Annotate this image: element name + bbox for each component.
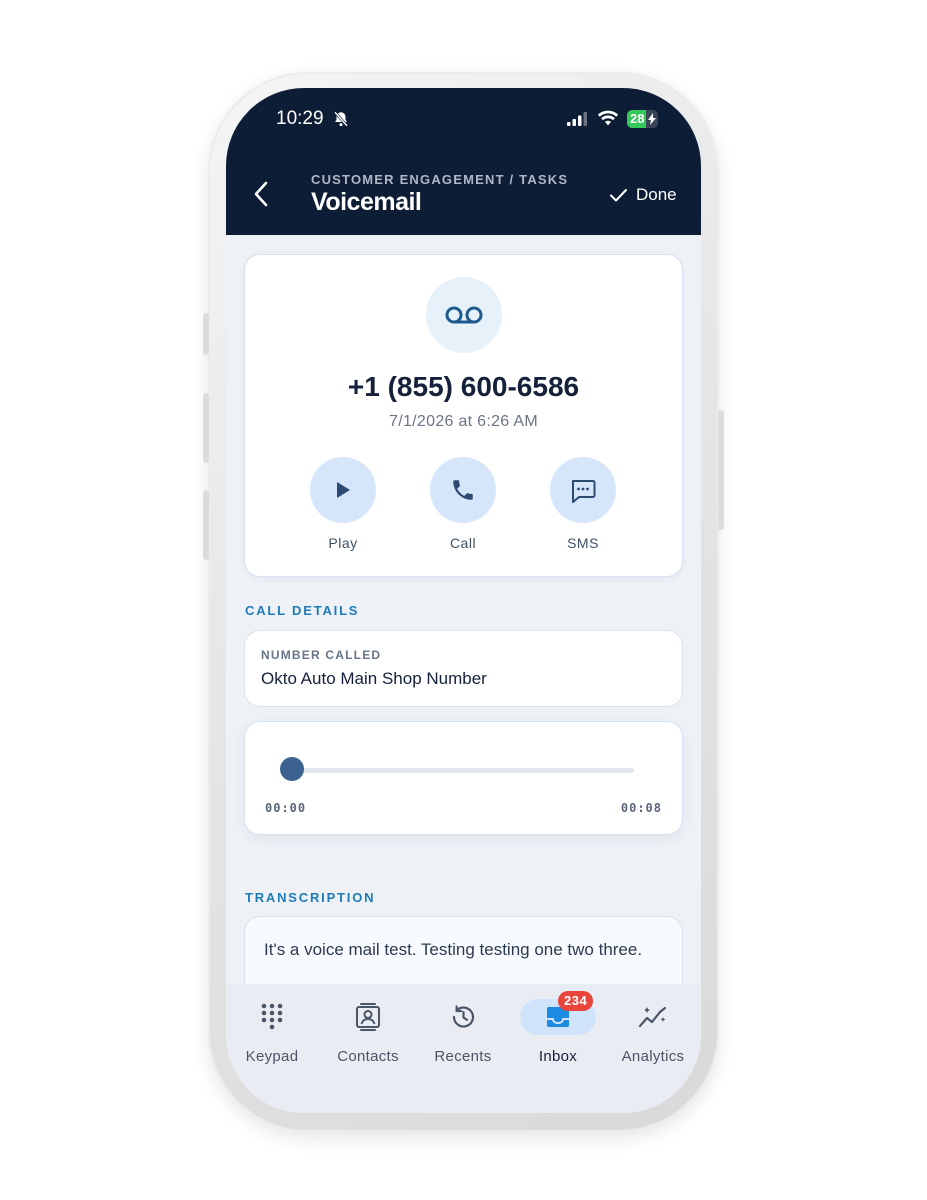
charging-bolt-icon [648,113,656,125]
nav-contacts-label: Contacts [337,1048,399,1065]
play-icon [337,482,350,498]
done-button[interactable]: Done [610,185,677,205]
app-screen: 10:29 28 CUSTOMER ENGAGEMENT / TASKS Voi… [226,88,701,1113]
nav-analytics[interactable]: Analytics [608,1000,698,1065]
nav-keypad[interactable]: Keypad [227,1000,317,1065]
bottom-nav: Keypad Contacts Recents 234 Inbox Analyt… [226,984,701,1113]
nav-inbox-active-indicator: 234 [520,991,596,1035]
signal-icon [567,112,587,126]
call-action[interactable]: Call [418,457,508,551]
battery-level: 28 [630,111,645,126]
page-title: Voicemail [311,188,422,216]
sms-button[interactable] [550,457,616,523]
sms-label: SMS [567,535,599,551]
nav-contacts[interactable]: Contacts [323,1000,413,1065]
power-button [718,410,724,530]
caller-phone-number: +1 (855) 600-6586 [347,371,580,402]
app-header: 10:29 28 CUSTOMER ENGAGEMENT / TASKS Voi… [226,88,701,235]
mute-switch [203,313,209,355]
transcription-text: It's a voice mail test. Testing testing … [264,940,643,959]
voicemail-date: 7/1/2026 at 6:26 AM [389,413,538,430]
history-icon [452,1005,475,1028]
back-chevron-icon[interactable] [250,179,274,209]
volume-down-button [203,490,209,560]
play-action[interactable]: Play [298,457,388,551]
call-label: Call [449,535,477,551]
current-time: 00:00 [265,801,307,815]
chat-bubble-icon [571,480,596,503]
keypad-icon [261,1003,283,1030]
transcription-heading: TRANSCRIPTION [245,890,376,905]
voicemail-icon [445,306,483,324]
audio-player: 00:00 00:08 [244,721,683,835]
nav-analytics-label: Analytics [621,1048,685,1065]
battery-icon: 28 [627,110,658,128]
wifi-icon [597,110,619,126]
call-details-heading: CALL DETAILS [245,603,360,618]
checkmark-icon [610,188,627,201]
volume-up-button [203,393,209,463]
sms-action[interactable]: SMS [538,457,628,551]
number-called-value: Okto Auto Main Shop Number [261,669,487,688]
breadcrumb: CUSTOMER ENGAGEMENT / TASKS [311,172,569,187]
voicemail-card: +1 (855) 600-6586 7/1/2026 at 6:26 AM Pl… [244,254,683,577]
contacts-icon [356,1003,380,1031]
phone-icon [453,480,473,500]
number-called-label: NUMBER CALLED [261,648,382,662]
nav-inbox-label: Inbox [538,1048,578,1065]
progress-thumb[interactable] [280,757,304,781]
play-button[interactable] [310,457,376,523]
nav-recents[interactable]: Recents [418,1000,508,1065]
total-duration: 00:08 [620,801,662,815]
play-label: Play [328,535,358,551]
voicemail-icon-circle [426,277,502,353]
nav-keypad-label: Keypad [245,1048,299,1065]
nav-recents-label: Recents [434,1048,492,1065]
bell-slash-icon [334,111,348,127]
number-called-card: NUMBER CALLED Okto Auto Main Shop Number [244,630,683,707]
progress-track[interactable] [292,768,634,773]
status-time: 10:29 [276,108,324,129]
done-label: Done [636,185,677,204]
inbox-badge: 234 [558,991,594,1011]
analytics-icon [638,1006,667,1028]
nav-inbox[interactable]: 234 Inbox [513,991,603,1065]
call-button[interactable] [430,457,496,523]
